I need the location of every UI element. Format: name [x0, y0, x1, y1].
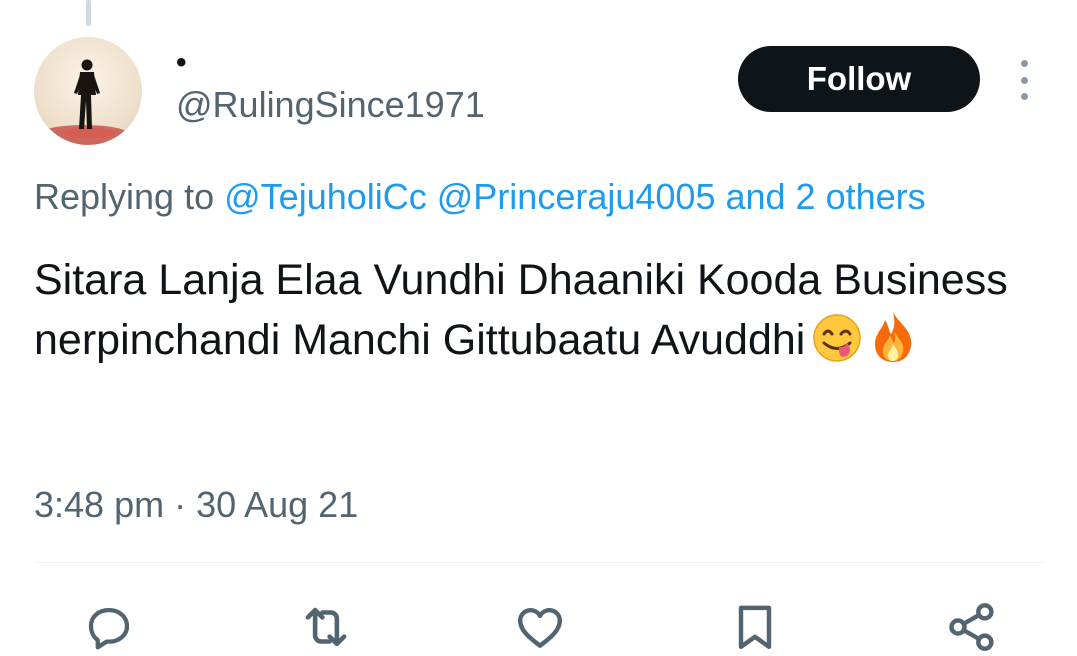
tweet-action-bar	[0, 598, 1077, 656]
tweet-text: Sitara Lanja Elaa Vundhi Dhaaniki Kooda …	[34, 250, 1054, 380]
others-link[interactable]: and 2 others	[725, 176, 925, 217]
like-icon[interactable]	[511, 598, 569, 656]
share-icon[interactable]	[943, 598, 1001, 656]
face-savoring-food-emoji-icon	[811, 312, 863, 380]
mention-link[interactable]: @TejuholiCc	[224, 176, 427, 217]
avatar[interactable]	[34, 37, 142, 145]
replying-to-label: Replying to	[34, 176, 215, 217]
display-name[interactable]: •	[176, 45, 187, 81]
thread-connector-line	[86, 0, 91, 26]
mention-link[interactable]: @Princeraju4005	[437, 176, 716, 217]
reply-icon[interactable]	[80, 598, 138, 656]
more-options-icon[interactable]	[1008, 60, 1040, 100]
retweet-icon[interactable]	[297, 598, 355, 656]
follow-button[interactable]: Follow	[738, 46, 980, 112]
more-dot	[1020, 93, 1028, 100]
fire-emoji-icon	[869, 310, 917, 380]
author-handle[interactable]: @RulingSince1971	[176, 84, 485, 126]
bookmark-icon[interactable]	[726, 598, 784, 656]
tweet-timestamp[interactable]: 3:48 pm · 30 Aug 21	[34, 482, 358, 528]
replying-to-line: Replying to @TejuholiCc @Princeraju4005 …	[34, 174, 926, 220]
more-dot	[1020, 76, 1028, 84]
more-dot	[1020, 60, 1028, 67]
divider	[34, 562, 1046, 563]
